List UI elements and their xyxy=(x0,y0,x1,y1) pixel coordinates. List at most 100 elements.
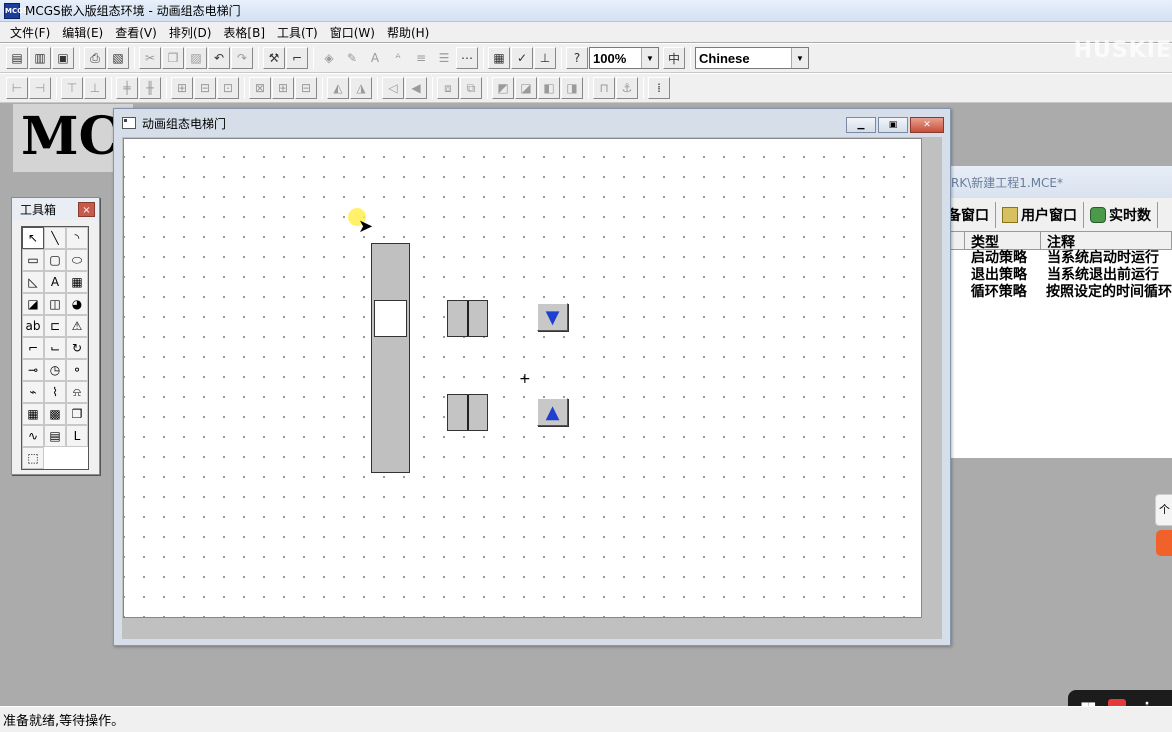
elevator-door-upper[interactable] xyxy=(447,300,488,337)
line-width-icon[interactable]: ☰ xyxy=(433,47,455,69)
flow-line-tool-icon[interactable]: ⌐ xyxy=(22,337,44,359)
ellipse-tool-icon[interactable]: ⬭ xyxy=(66,249,88,271)
menu-arrange[interactable]: 排列(D) xyxy=(163,24,218,41)
bitmap-tool-icon[interactable]: ▦ xyxy=(66,271,88,293)
anchor-icon[interactable]: ⚓ xyxy=(616,77,638,99)
space-h-icon[interactable]: ⊠ xyxy=(249,77,271,99)
alarm-tool-icon[interactable]: ⚠ xyxy=(66,315,88,337)
side-widget-icon[interactable]: 个 xyxy=(1155,494,1172,526)
lock-icon[interactable]: ⊓ xyxy=(593,77,615,99)
table-row[interactable]: 退出策略 当系统退出前运行 xyxy=(941,267,1172,284)
elevator-door-lower[interactable] xyxy=(447,394,488,431)
print-icon[interactable]: ⎙ xyxy=(84,47,106,69)
tab-user-window[interactable]: 用户窗口 xyxy=(996,201,1084,228)
frame-icon[interactable]: ⌐ xyxy=(286,47,308,69)
bring-front-icon[interactable]: ◩ xyxy=(492,77,514,99)
center-v-icon[interactable]: ╪ xyxy=(116,77,138,99)
center-h-icon[interactable]: ╫ xyxy=(139,77,161,99)
toolbox-title-bar[interactable]: 工具箱 × xyxy=(12,198,99,220)
send-backward-icon[interactable]: ◨ xyxy=(561,77,583,99)
cut-icon[interactable]: ✂ xyxy=(139,47,161,69)
font-icon[interactable]: ᴬ xyxy=(387,47,409,69)
rotate-left-icon[interactable]: ◁ xyxy=(382,77,404,99)
label-tool-icon[interactable]: A xyxy=(44,271,66,293)
chevron-down-icon[interactable]: ▼ xyxy=(791,48,808,68)
bell-alarm-tool-icon[interactable]: ⍾ xyxy=(66,381,88,403)
space-v-icon[interactable]: ⊞ xyxy=(272,77,294,99)
fill-color-icon[interactable]: ◈ xyxy=(318,47,340,69)
ungroup-icon[interactable]: ⧉ xyxy=(460,77,482,99)
paste-icon[interactable]: ▨ xyxy=(185,47,207,69)
toolbox-close-button[interactable]: × xyxy=(78,201,95,217)
led-tool-icon[interactable]: L xyxy=(66,425,88,447)
chevron-down-icon[interactable]: ▼ xyxy=(641,48,658,68)
combo-tool-icon[interactable]: ⚬ xyxy=(66,359,88,381)
editor-title-bar[interactable]: 动画组态电梯门 xyxy=(114,109,950,137)
send-back-icon[interactable]: ◪ xyxy=(515,77,537,99)
menu-tools[interactable]: 工具(T) xyxy=(271,24,324,41)
maximize-button[interactable]: ▣ xyxy=(878,117,908,133)
workspace-window[interactable]: RK\新建工程1.MCE* 备窗口 用户窗口 实时数 类型 注释 启动策略 当系… xyxy=(940,166,1172,458)
elevator-shaft[interactable] xyxy=(371,243,410,473)
pie-chart-tool-icon[interactable]: ◕ xyxy=(66,293,88,315)
arc-tool-icon[interactable]: ◝ xyxy=(66,227,88,249)
animation-button-tool-icon[interactable]: ⬚ xyxy=(22,447,44,469)
compile-icon[interactable]: ⊥ xyxy=(534,47,556,69)
same-width-icon[interactable]: ⊡ xyxy=(217,77,239,99)
table-tool-icon[interactable]: ▦ xyxy=(22,403,44,425)
element-library-icon[interactable]: ◪ xyxy=(22,293,44,315)
design-canvas[interactable]: ▼ ▲ + xyxy=(123,138,922,618)
trend-chart-tool-icon[interactable]: ⌁ xyxy=(22,381,44,403)
flip-h-icon[interactable]: ◭ xyxy=(327,77,349,99)
rotate-tool-icon[interactable]: ↻ xyxy=(66,337,88,359)
rectangle-tool-icon[interactable]: ▭ xyxy=(22,249,44,271)
slider-tool-icon[interactable]: ⊏ xyxy=(44,315,66,337)
open-icon[interactable]: ▥ xyxy=(29,47,51,69)
line-tool-icon[interactable]: ╲ xyxy=(44,227,66,249)
menu-file[interactable]: 文件(F) xyxy=(4,24,56,41)
help-icon[interactable]: ? xyxy=(566,47,588,69)
up-arrow-button[interactable]: ▲ xyxy=(537,398,568,426)
bring-forward-icon[interactable]: ◧ xyxy=(538,77,560,99)
line-color-icon[interactable]: ✎ xyxy=(341,47,363,69)
sub-window-tool-icon[interactable]: ❐ xyxy=(66,403,88,425)
language-icon[interactable]: 中 xyxy=(663,47,685,69)
table-row[interactable]: 循环策略 按照设定的时间循环 xyxy=(941,284,1172,301)
line-style-icon[interactable]: ≡ xyxy=(410,47,432,69)
save-icon[interactable]: ▣ xyxy=(52,47,74,69)
copy-icon[interactable]: ❐ xyxy=(162,47,184,69)
curve-tool-icon[interactable]: ∿ xyxy=(22,425,44,447)
align-left-icon[interactable]: ⊢ xyxy=(6,77,28,99)
print-preview-icon[interactable]: ▧ xyxy=(107,47,129,69)
same-size-icon[interactable]: ⊞ xyxy=(171,77,193,99)
column-note[interactable]: 注释 xyxy=(1041,232,1172,251)
menu-help[interactable]: 帮助(H) xyxy=(381,24,435,41)
redo-icon[interactable]: ↷ xyxy=(231,47,253,69)
same-height-icon[interactable]: ⊟ xyxy=(194,77,216,99)
insert-element-icon[interactable]: ◫ xyxy=(44,293,66,315)
space-equal-icon[interactable]: ⊟ xyxy=(295,77,317,99)
polygon-tool-icon[interactable]: ◺ xyxy=(22,271,44,293)
record-tool-icon[interactable]: ▤ xyxy=(44,425,66,447)
switch-tool-icon[interactable]: ⊸ xyxy=(22,359,44,381)
menu-view[interactable]: 查看(V) xyxy=(109,24,163,41)
flip-v-icon[interactable]: ◮ xyxy=(350,77,372,99)
pointer-tool-icon[interactable]: ↖ xyxy=(22,227,44,249)
column-type[interactable]: 类型 xyxy=(965,232,1041,251)
down-arrow-button[interactable]: ▼ xyxy=(537,303,568,331)
grid-icon[interactable]: ⋯ xyxy=(456,47,478,69)
toolbox-toggle-icon[interactable]: ⚒ xyxy=(263,47,285,69)
zoom-select[interactable]: 100% ▼ xyxy=(589,47,659,69)
language-select[interactable]: Chinese ▼ xyxy=(695,47,809,69)
align-top-icon[interactable]: ⊤ xyxy=(61,77,83,99)
input-box-tool-icon[interactable]: ab xyxy=(22,315,44,337)
rotate-right-icon[interactable]: ◀ xyxy=(405,77,427,99)
orange-widget-icon[interactable] xyxy=(1156,530,1172,556)
custom-table-tool-icon[interactable]: ▩ xyxy=(44,403,66,425)
rounded-rect-tool-icon[interactable]: ▢ xyxy=(44,249,66,271)
align-right-icon[interactable]: ⊣ xyxy=(29,77,51,99)
tab-realtime-db[interactable]: 实时数 xyxy=(1084,201,1158,228)
menu-edit[interactable]: 编辑(E) xyxy=(56,24,109,41)
polyline-tool-icon[interactable]: ⌙ xyxy=(44,337,66,359)
menu-window[interactable]: 窗口(W) xyxy=(324,24,381,41)
